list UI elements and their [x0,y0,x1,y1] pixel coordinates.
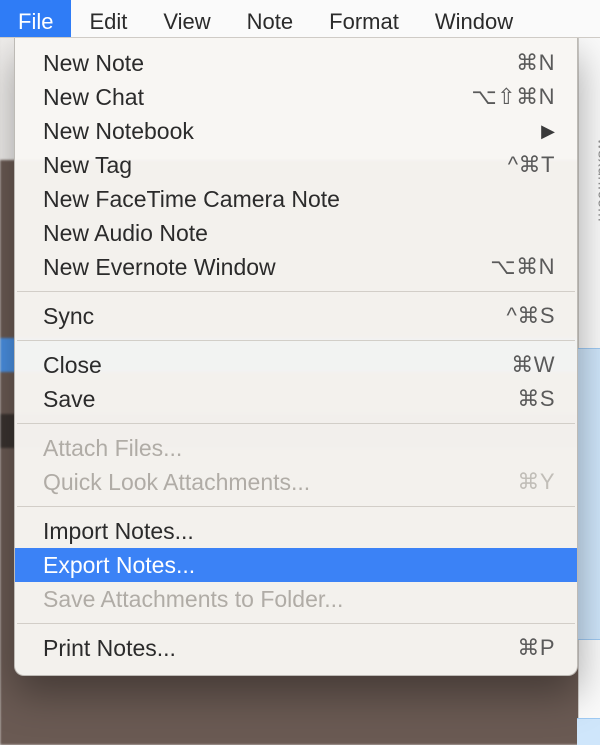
menu-item-shortcut: ^⌘S [507,303,556,329]
file-menu-dropdown: New Note ⌘N New Chat ⌥⇧⌘N New Notebook ▶… [14,38,578,676]
menu-item-save-attachments: Save Attachments to Folder... [15,582,577,616]
menu-item-new-facetime[interactable]: New FaceTime Camera Note [15,182,577,216]
menu-item-sync[interactable]: Sync ^⌘S [15,299,577,333]
menu-item-new-window[interactable]: New Evernote Window ⌥⌘N [15,250,577,284]
menu-item-label: Quick Look Attachments... [43,469,517,496]
menu-item-label: Import Notes... [43,518,555,545]
menu-separator [17,623,575,624]
menu-file[interactable]: File [0,0,71,37]
menu-item-shortcut: ⌘S [517,386,555,412]
menu-item-shortcut: ⌘W [511,352,555,378]
menubar: File Edit View Note Format Window [0,0,600,38]
menu-window[interactable]: Window [417,0,531,37]
menu-item-label: New Evernote Window [43,254,490,281]
watermark: wsxdn.com [594,138,600,222]
menu-item-new-audio[interactable]: New Audio Note [15,216,577,250]
menu-item-print-notes[interactable]: Print Notes... ⌘P [15,631,577,665]
menu-item-label: Close [43,352,511,379]
menu-item-label: New Tag [43,152,508,179]
menu-item-shortcut: ⌘N [516,50,555,76]
submenu-arrow-icon: ▶ [535,121,555,142]
menu-item-label: New Notebook [43,118,535,145]
menu-note[interactable]: Note [229,0,311,37]
menu-view[interactable]: View [145,0,228,37]
menu-item-label: Save Attachments to Folder... [43,586,555,613]
menu-item-label: Sync [43,303,507,330]
menu-item-attach-files: Attach Files... [15,431,577,465]
menu-item-label: Save [43,386,517,413]
menu-item-label: Export Notes... [43,552,555,579]
menu-item-new-note[interactable]: New Note ⌘N [15,46,577,80]
menu-format[interactable]: Format [311,0,417,37]
menu-item-new-tag[interactable]: New Tag ^⌘T [15,148,577,182]
menu-item-shortcut: ^⌘T [508,152,555,178]
menu-item-shortcut: ⌥⌘N [490,254,555,280]
menu-item-import-notes[interactable]: Import Notes... [15,514,577,548]
menu-item-shortcut: ⌘P [517,635,555,661]
menu-item-shortcut: ⌘Y [517,469,555,495]
menu-item-new-chat[interactable]: New Chat ⌥⇧⌘N [15,80,577,114]
menu-item-save[interactable]: Save ⌘S [15,382,577,416]
menu-item-label: Attach Files... [43,435,555,462]
menu-item-new-notebook[interactable]: New Notebook ▶ [15,114,577,148]
menu-edit[interactable]: Edit [71,0,145,37]
menu-separator [17,291,575,292]
menu-item-label: New Audio Note [43,220,555,247]
menu-separator [17,506,575,507]
menu-item-export-notes[interactable]: Export Notes... [15,548,577,582]
menu-item-quick-look: Quick Look Attachments... ⌘Y [15,465,577,499]
menu-item-label: New FaceTime Camera Note [43,186,555,213]
menu-item-close[interactable]: Close ⌘W [15,348,577,382]
menu-item-label: Print Notes... [43,635,517,662]
menu-separator [17,423,575,424]
menu-item-label: New Chat [43,84,471,111]
menu-separator [17,340,575,341]
menu-item-shortcut: ⌥⇧⌘N [471,84,555,110]
menu-item-label: New Note [43,50,516,77]
